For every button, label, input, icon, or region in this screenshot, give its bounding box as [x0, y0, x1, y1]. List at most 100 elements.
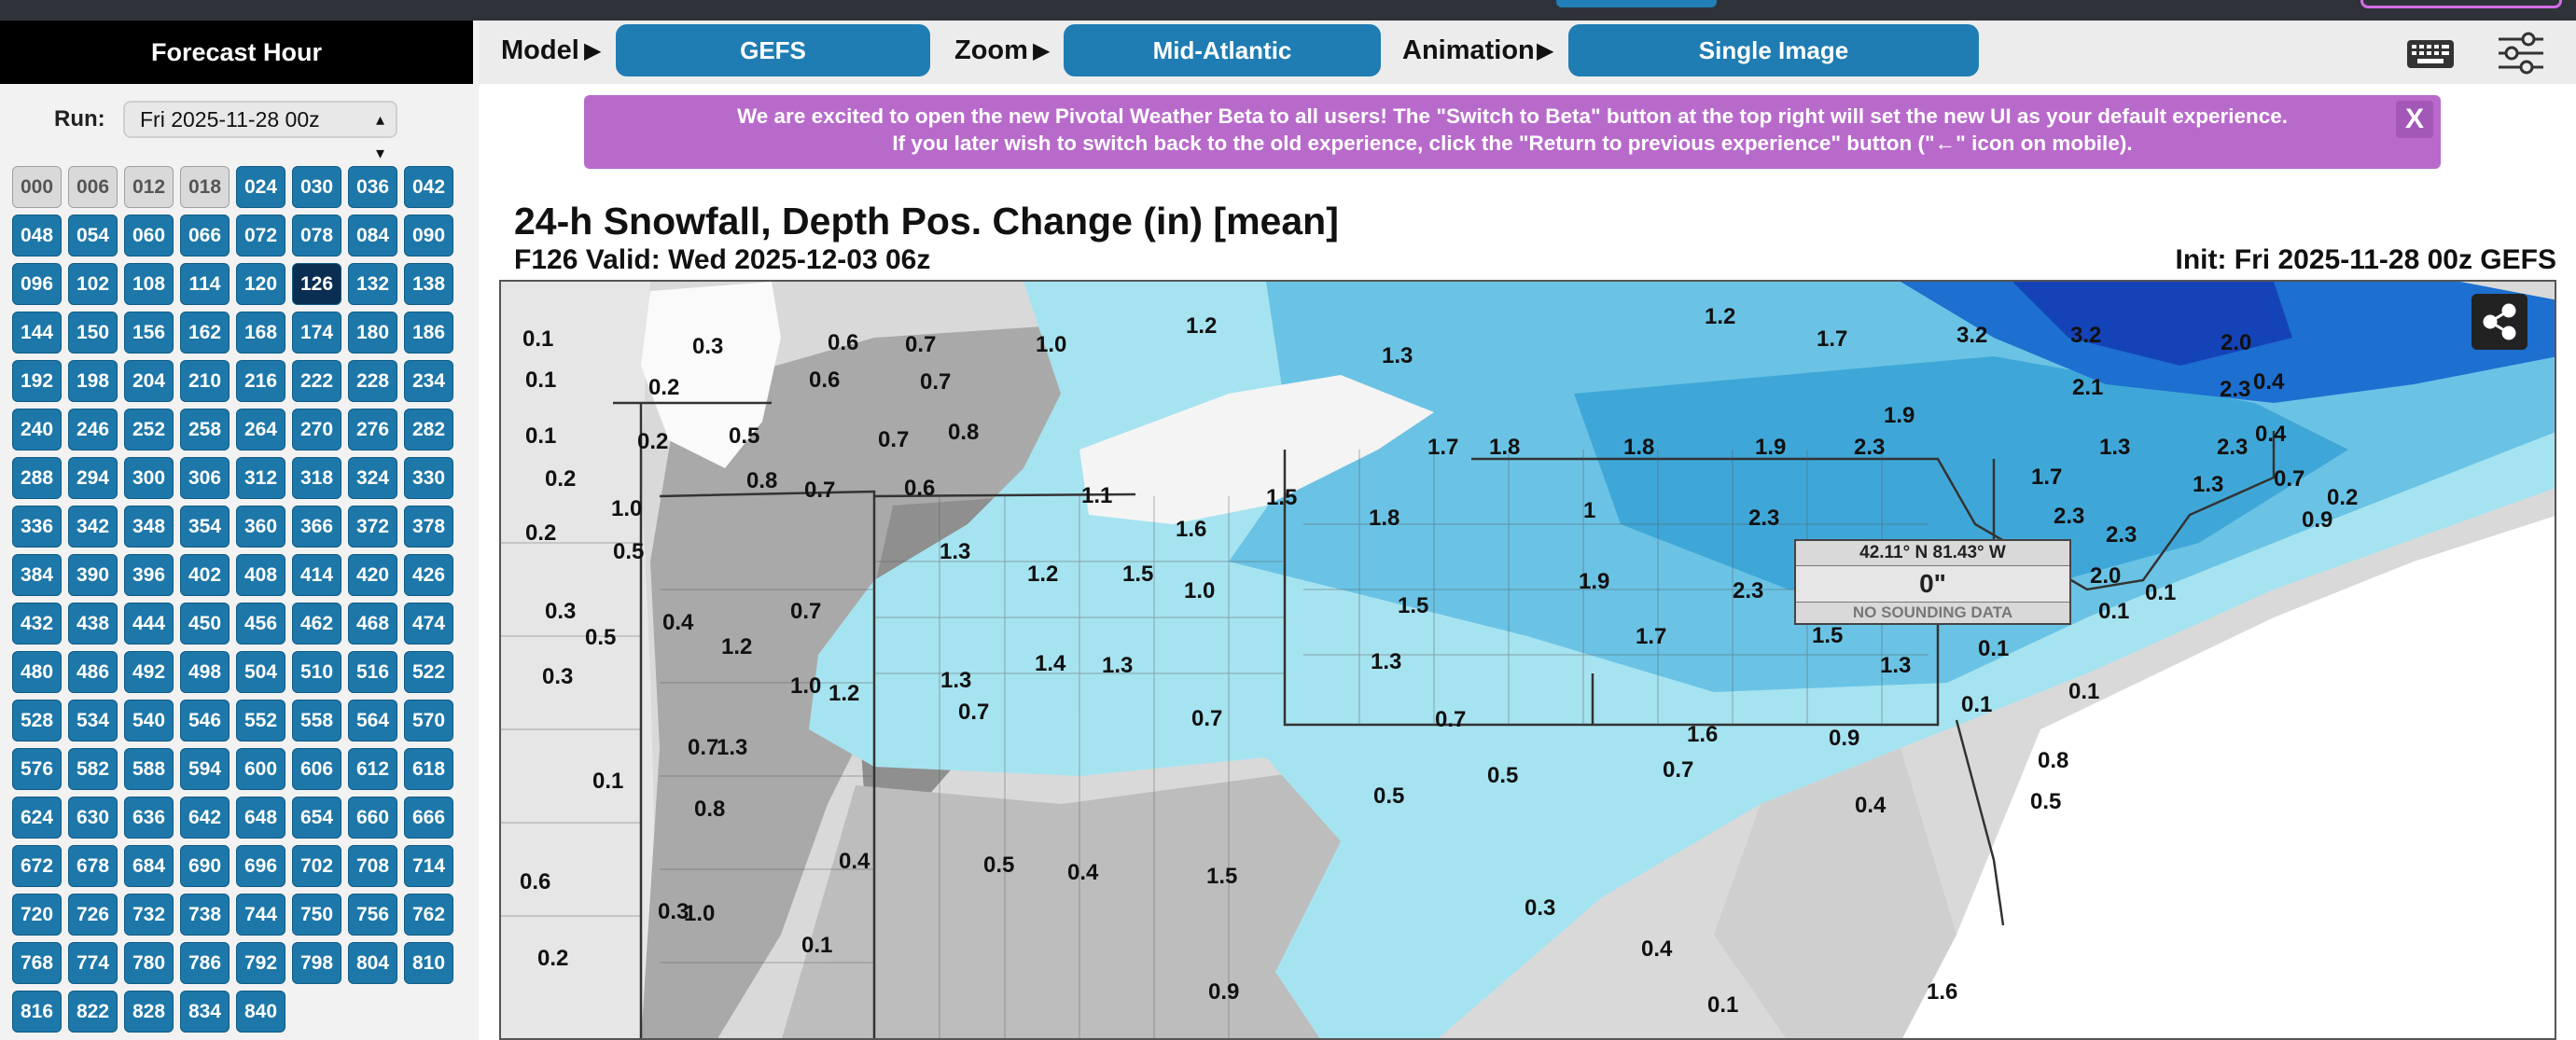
- forecast-hour-button[interactable]: 618: [404, 748, 453, 790]
- forecast-hour-button[interactable]: 012: [124, 166, 174, 208]
- forecast-hour-button[interactable]: 180: [348, 312, 397, 354]
- animation-button[interactable]: Single Image: [1568, 24, 1979, 76]
- forecast-hour-button[interactable]: 438: [68, 603, 118, 645]
- forecast-hour-button[interactable]: 744: [236, 894, 285, 936]
- forecast-hour-button[interactable]: 168: [236, 312, 285, 354]
- forecast-hour-button[interactable]: 564: [348, 700, 397, 742]
- forecast-hour-button[interactable]: 372: [348, 506, 397, 548]
- forecast-hour-button[interactable]: 474: [404, 603, 453, 645]
- forecast-hour-button[interactable]: 222: [292, 360, 341, 402]
- forecast-hour-button[interactable]: 360: [236, 506, 285, 548]
- forecast-hour-button[interactable]: 066: [180, 215, 230, 257]
- forecast-hour-button[interactable]: 738: [180, 894, 230, 936]
- forecast-hour-button[interactable]: 600: [236, 748, 285, 790]
- forecast-hour-button[interactable]: 456: [236, 603, 285, 645]
- forecast-hour-button[interactable]: 774: [68, 942, 118, 984]
- banner-close-button[interactable]: X: [2396, 101, 2433, 138]
- forecast-hour-button[interactable]: 198: [68, 360, 118, 402]
- forecast-hour-button[interactable]: 804: [348, 942, 397, 984]
- forecast-hour-button[interactable]: 318: [292, 457, 341, 499]
- active-nav-tab[interactable]: [1556, 0, 1717, 7]
- forecast-hour-button[interactable]: 570: [404, 700, 453, 742]
- forecast-hour-button[interactable]: 516: [348, 651, 397, 693]
- forecast-hour-button[interactable]: 822: [68, 991, 118, 1033]
- forecast-hour-button[interactable]: 510: [292, 651, 341, 693]
- forecast-hour-button[interactable]: 588: [124, 748, 174, 790]
- forecast-hour-button[interactable]: 684: [124, 845, 174, 887]
- forecast-hour-button[interactable]: 522: [404, 651, 453, 693]
- forecast-hour-button[interactable]: 354: [180, 506, 230, 548]
- forecast-hour-button[interactable]: 624: [12, 797, 62, 839]
- forecast-hour-button[interactable]: 396: [124, 554, 174, 596]
- forecast-hour-button[interactable]: 834: [180, 991, 230, 1033]
- forecast-hour-button[interactable]: 816: [12, 991, 62, 1033]
- forecast-hour-button[interactable]: 114: [180, 263, 230, 305]
- forecast-hour-button[interactable]: 240: [12, 409, 62, 451]
- forecast-hour-button[interactable]: 186: [404, 312, 453, 354]
- forecast-hour-button[interactable]: 828: [124, 991, 174, 1033]
- keyboard-icon[interactable]: [2406, 39, 2455, 69]
- forecast-hour-button[interactable]: 726: [68, 894, 118, 936]
- forecast-hour-button[interactable]: 498: [180, 651, 230, 693]
- forecast-hour-button[interactable]: 132: [348, 263, 397, 305]
- forecast-hour-button[interactable]: 078: [292, 215, 341, 257]
- forecast-hour-button[interactable]: 138: [404, 263, 453, 305]
- forecast-hour-button[interactable]: 708: [348, 845, 397, 887]
- forecast-hour-button[interactable]: 468: [348, 603, 397, 645]
- forecast-hour-button[interactable]: 204: [124, 360, 174, 402]
- forecast-hour-button[interactable]: 612: [348, 748, 397, 790]
- forecast-hour-button[interactable]: 582: [68, 748, 118, 790]
- forecast-hour-button[interactable]: 294: [68, 457, 118, 499]
- switch-to-beta-button[interactable]: [2360, 0, 2562, 8]
- forecast-hour-button[interactable]: 426: [404, 554, 453, 596]
- forecast-hour-button[interactable]: 636: [124, 797, 174, 839]
- forecast-hour-button[interactable]: 702: [292, 845, 341, 887]
- forecast-hour-button[interactable]: 450: [180, 603, 230, 645]
- forecast-hour-button[interactable]: 144: [12, 312, 62, 354]
- forecast-hour-button[interactable]: 486: [68, 651, 118, 693]
- settings-sliders-icon[interactable]: [2497, 30, 2545, 76]
- forecast-hour-button[interactable]: 288: [12, 457, 62, 499]
- forecast-hour-button[interactable]: 210: [180, 360, 230, 402]
- forecast-hour-button[interactable]: 300: [124, 457, 174, 499]
- forecast-hour-button[interactable]: 786: [180, 942, 230, 984]
- forecast-hour-button[interactable]: 018: [180, 166, 230, 208]
- forecast-hour-button[interactable]: 402: [180, 554, 230, 596]
- forecast-hour-button[interactable]: 000: [12, 166, 62, 208]
- forecast-hour-button[interactable]: 060: [124, 215, 174, 257]
- forecast-hour-button[interactable]: 768: [12, 942, 62, 984]
- forecast-hour-button[interactable]: 048: [12, 215, 62, 257]
- forecast-hour-button[interactable]: 162: [180, 312, 230, 354]
- forecast-hour-button[interactable]: 090: [404, 215, 453, 257]
- run-select[interactable]: Fri 2025-11-28 00z ▴ ▾: [123, 101, 397, 162]
- forecast-hour-button[interactable]: 096: [12, 263, 62, 305]
- forecast-hour-button[interactable]: 072: [236, 215, 285, 257]
- forecast-hour-button[interactable]: 192: [12, 360, 62, 402]
- forecast-hour-button[interactable]: 228: [348, 360, 397, 402]
- forecast-hour-button[interactable]: 630: [68, 797, 118, 839]
- forecast-hour-button[interactable]: 264: [236, 409, 285, 451]
- forecast-hour-button[interactable]: 714: [404, 845, 453, 887]
- forecast-hour-button[interactable]: 282: [404, 409, 453, 451]
- forecast-hour-button[interactable]: 558: [292, 700, 341, 742]
- forecast-hour-button[interactable]: 246: [68, 409, 118, 451]
- forecast-hour-button[interactable]: 216: [236, 360, 285, 402]
- forecast-hour-button[interactable]: 120: [236, 263, 285, 305]
- forecast-hour-button[interactable]: 036: [348, 166, 397, 208]
- share-icon[interactable]: [2472, 294, 2527, 350]
- forecast-hour-button[interactable]: 576: [12, 748, 62, 790]
- snowfall-map[interactable]: 0.1 0.3 0.6 0.7 1.0 1.2 1.3 1.2 1.7 3.2 3.2 2.0 0.1 0…: [499, 280, 2556, 1040]
- forecast-hour-button[interactable]: 270: [292, 409, 341, 451]
- forecast-hour-button[interactable]: 258: [180, 409, 230, 451]
- forecast-hour-button[interactable]: 678: [68, 845, 118, 887]
- zoom-button[interactable]: Mid-Atlantic: [1064, 24, 1381, 76]
- forecast-hour-button[interactable]: 366: [292, 506, 341, 548]
- forecast-hour-button[interactable]: 504: [236, 651, 285, 693]
- forecast-hour-button[interactable]: 324: [348, 457, 397, 499]
- forecast-hour-button[interactable]: 798: [292, 942, 341, 984]
- forecast-hour-button[interactable]: 054: [68, 215, 118, 257]
- model-button[interactable]: GEFS: [616, 24, 930, 76]
- forecast-hour-button[interactable]: 672: [12, 845, 62, 887]
- forecast-hour-button[interactable]: 780: [124, 942, 174, 984]
- forecast-hour-button[interactable]: 750: [292, 894, 341, 936]
